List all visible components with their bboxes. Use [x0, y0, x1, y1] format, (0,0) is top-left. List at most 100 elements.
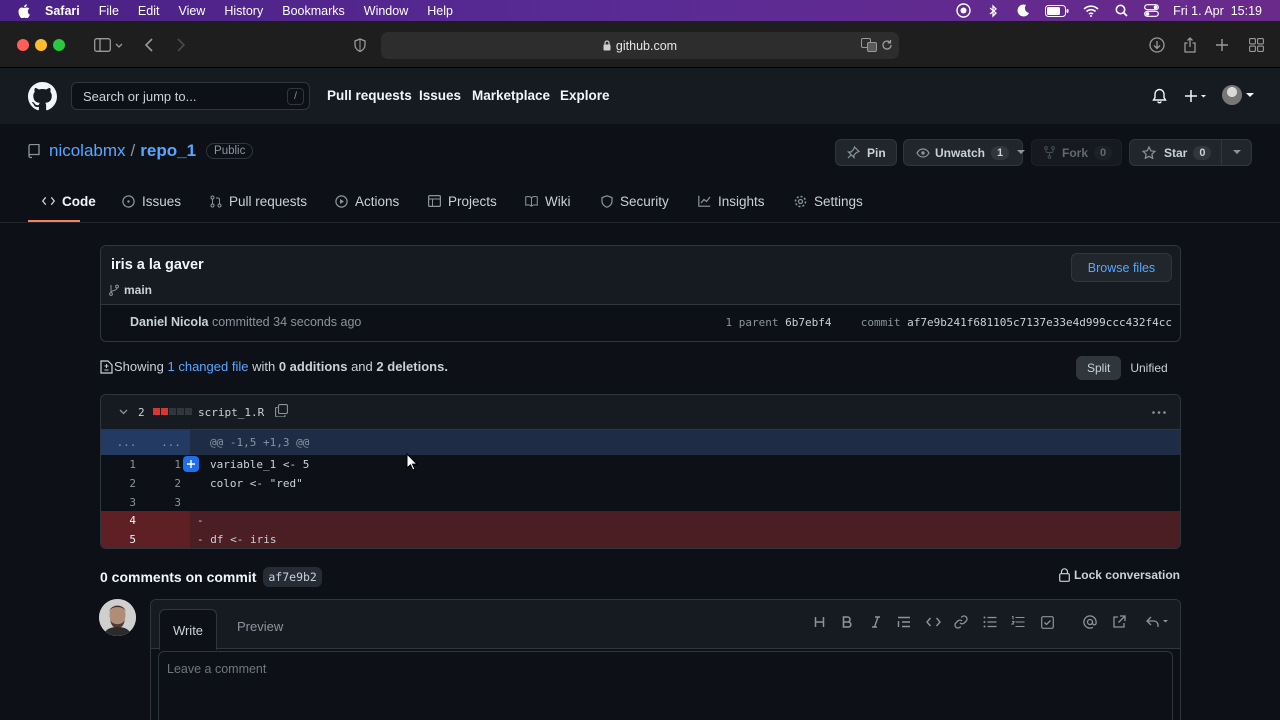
bluetooth-icon[interactable]	[985, 3, 1001, 18]
old-line-number[interactable]: 4	[106, 514, 136, 527]
tab-overview-icon[interactable]	[1248, 35, 1264, 55]
back-arrow-icon[interactable]	[142, 35, 156, 55]
download-icon[interactable]	[1149, 35, 1165, 55]
apple-menu-icon[interactable]	[17, 3, 31, 18]
nav-marketplace[interactable]: Marketplace	[472, 88, 550, 103]
commit-sha-info: 1 parent 6b7ebf4 commit af7e9b241f681105…	[726, 316, 1173, 329]
code-icon[interactable]	[925, 614, 941, 630]
mention-icon[interactable]	[1082, 614, 1098, 630]
commit-author[interactable]: Daniel Nicola	[130, 315, 209, 329]
menu-window[interactable]: Window	[364, 4, 408, 18]
tab-insights[interactable]: Insights	[698, 191, 765, 211]
copy-icon[interactable]	[275, 404, 288, 417]
add-comment-plus-icon[interactable]	[183, 456, 199, 472]
kebab-menu-icon[interactable]	[1152, 411, 1166, 414]
tab-write[interactable]: Write	[159, 609, 217, 650]
tab-pull-requests[interactable]: Pull requests	[209, 191, 307, 211]
close-window-button[interactable]	[17, 39, 29, 51]
spotlight-search-icon[interactable]	[1113, 4, 1129, 18]
menu-help[interactable]: Help	[427, 4, 453, 18]
quote-icon[interactable]	[896, 614, 912, 630]
chevron-down-icon[interactable]	[114, 35, 124, 55]
menu-history[interactable]: History	[224, 4, 263, 18]
user-avatar-menu[interactable]	[1222, 85, 1254, 105]
menubar-datetime[interactable]: Fri 1. Apr 15:19	[1173, 4, 1262, 18]
code-line: color <- "red"	[210, 477, 303, 490]
tab-code[interactable]: Code	[42, 191, 96, 211]
tab-preview[interactable]: Preview	[237, 619, 283, 634]
nav-explore[interactable]: Explore	[560, 88, 610, 103]
split-view-button[interactable]: Split	[1076, 356, 1122, 380]
unified-view-button[interactable]: Unified	[1121, 356, 1176, 380]
pin-button[interactable]: Pin	[835, 139, 897, 166]
create-new-plus-icon[interactable]	[1185, 89, 1207, 103]
hunk-expand-left[interactable]: ...	[101, 430, 152, 455]
heading-icon[interactable]	[811, 614, 827, 630]
old-line-number[interactable]: 5	[106, 533, 136, 546]
lock-conversation-button[interactable]: Lock conversation	[1059, 568, 1180, 582]
repo-owner-link[interactable]: nicolabmx	[49, 141, 126, 161]
cross-reference-icon[interactable]	[1111, 614, 1127, 630]
privacy-shield-icon[interactable]	[352, 35, 368, 55]
notifications-bell-icon[interactable]	[1152, 88, 1167, 104]
menu-app-name[interactable]: Safari	[45, 4, 80, 18]
hunk-expand-right[interactable]: ...	[152, 430, 190, 455]
changed-files-link[interactable]: 1 changed file	[168, 359, 249, 374]
unwatch-button[interactable]: Unwatch 1	[903, 139, 1026, 166]
sidebar-toggle-icon[interactable]	[87, 35, 117, 55]
control-center-icon[interactable]	[1143, 4, 1159, 18]
menu-view[interactable]: View	[178, 4, 205, 18]
search-input[interactable]: Search or jump to... /	[71, 82, 310, 110]
avatar[interactable]	[99, 599, 136, 636]
new-line-number[interactable]: 1	[151, 458, 181, 471]
star-dropdown-chevron-icon[interactable]	[1221, 140, 1251, 165]
tab-issues[interactable]: Issues	[122, 191, 181, 211]
screen-record-icon[interactable]	[955, 3, 971, 18]
tab-actions[interactable]: Actions	[335, 191, 399, 211]
old-line-number[interactable]: 3	[106, 496, 136, 509]
moon-icon[interactable]	[1015, 4, 1031, 18]
parent-sha-link[interactable]: 6b7ebf4	[785, 316, 831, 329]
nav-pull-requests[interactable]: Pull requests	[327, 88, 412, 103]
nav-issues[interactable]: Issues	[419, 88, 461, 103]
github-logo-icon[interactable]	[28, 82, 57, 111]
browse-files-button[interactable]: Browse files	[1071, 253, 1172, 282]
old-line-number[interactable]: 2	[106, 477, 136, 490]
menu-edit[interactable]: Edit	[138, 4, 160, 18]
translate-icon[interactable]	[861, 38, 877, 52]
unordered-list-icon[interactable]	[982, 614, 998, 630]
menu-bookmarks[interactable]: Bookmarks	[282, 4, 345, 18]
tab-wiki[interactable]: Wiki	[525, 191, 571, 211]
comment-textarea[interactable]: Leave a comment	[158, 651, 1173, 720]
bold-icon[interactable]	[839, 614, 855, 630]
diff-filename[interactable]: script_1.R	[198, 406, 264, 419]
repo-name-link[interactable]: repo_1	[140, 141, 196, 161]
new-line-number[interactable]: 2	[151, 477, 181, 490]
reload-icon[interactable]	[881, 39, 893, 51]
menu-file[interactable]: File	[99, 4, 119, 18]
italic-icon[interactable]	[868, 614, 884, 630]
battery-icon[interactable]	[1045, 4, 1069, 18]
reply-dropdown-icon[interactable]	[1145, 614, 1171, 630]
ordered-list-icon[interactable]	[1010, 614, 1026, 630]
star-button[interactable]: Star 0	[1129, 139, 1252, 166]
minimize-window-button[interactable]	[35, 39, 47, 51]
fork-button[interactable]: Fork 0	[1031, 139, 1122, 166]
zoom-window-button[interactable]	[53, 39, 65, 51]
wifi-icon[interactable]	[1083, 4, 1099, 18]
old-line-number[interactable]: 1	[106, 458, 136, 471]
forward-arrow-icon[interactable]	[174, 35, 188, 55]
new-tab-plus-icon[interactable]	[1215, 35, 1229, 55]
link-icon[interactable]	[953, 614, 969, 630]
url-bar[interactable]: github.com	[381, 32, 899, 59]
branch-indicator[interactable]: main	[109, 283, 152, 297]
tab-projects[interactable]: Projects	[428, 191, 497, 211]
code-icon	[42, 196, 55, 206]
new-line-number[interactable]: 3	[151, 496, 181, 509]
tab-security[interactable]: Security	[600, 191, 669, 211]
collapse-chevron-icon[interactable]	[119, 409, 128, 415]
file-diff-header: 2 script_1.R	[101, 395, 1180, 430]
tab-settings[interactable]: Settings	[794, 191, 863, 211]
share-icon[interactable]	[1183, 35, 1197, 55]
task-list-icon[interactable]	[1039, 614, 1055, 630]
